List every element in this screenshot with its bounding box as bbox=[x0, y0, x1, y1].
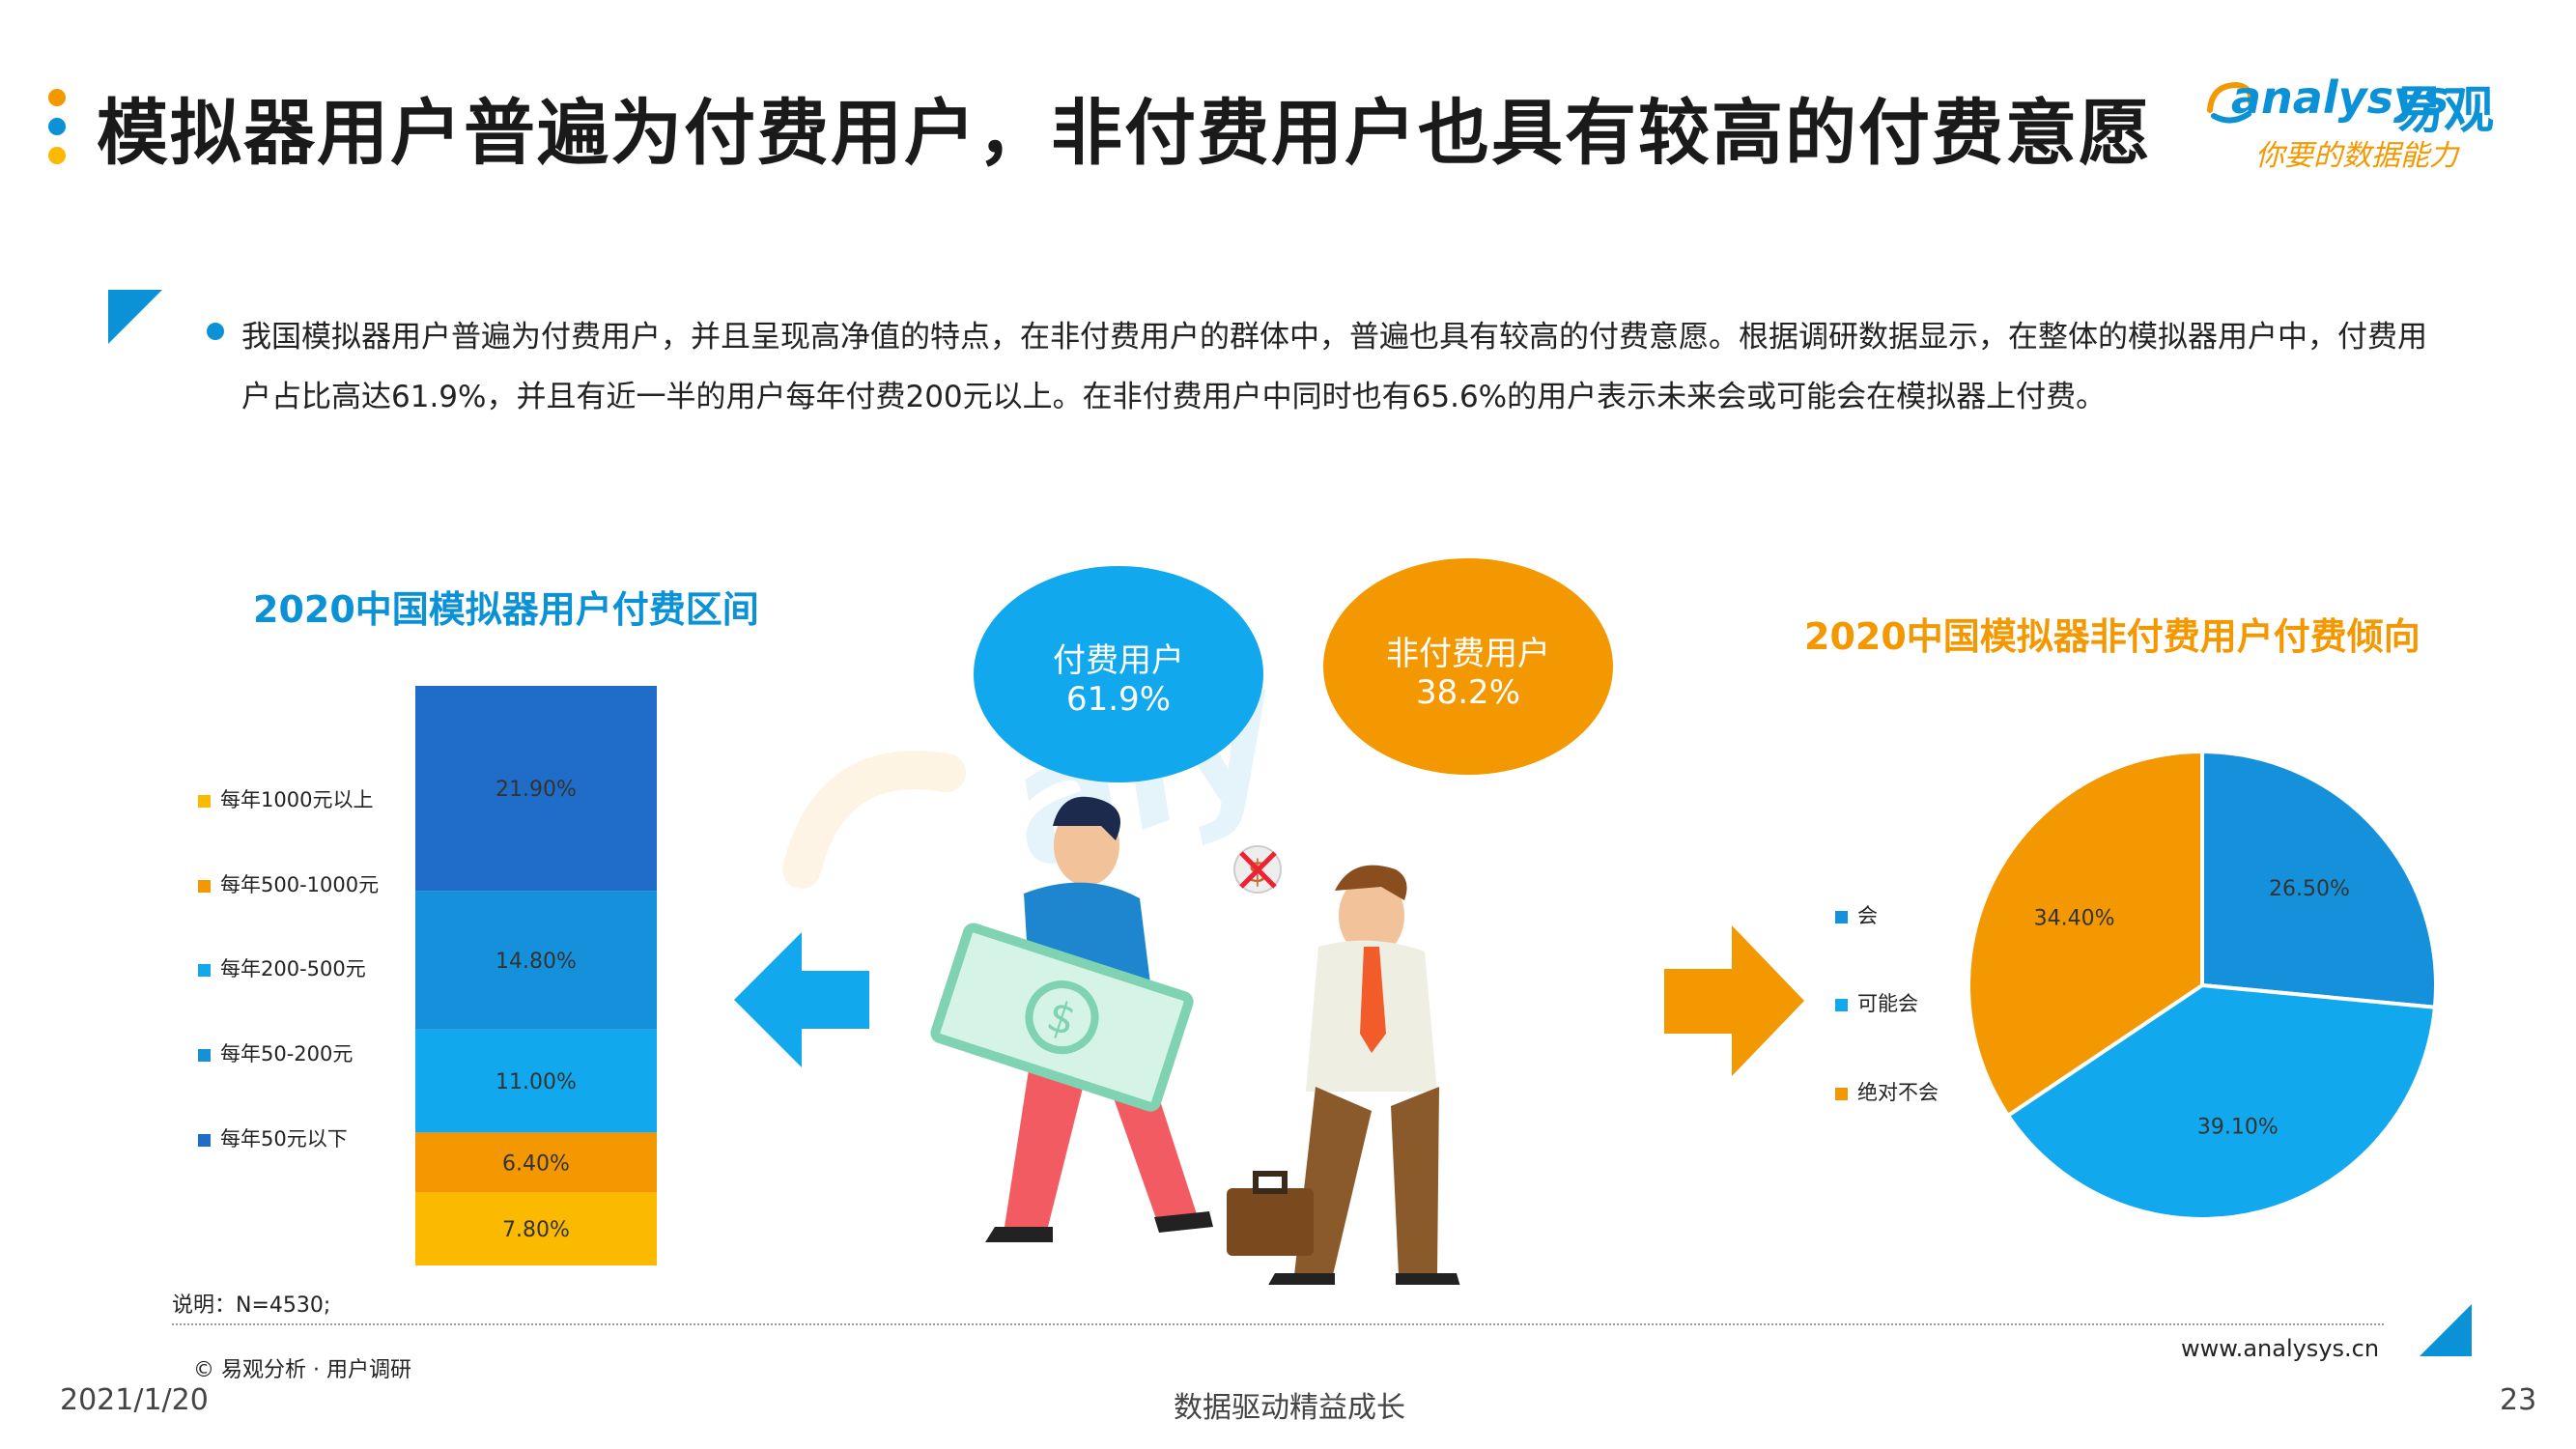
header-dot-3 bbox=[48, 147, 66, 164]
legend-swatch bbox=[198, 963, 211, 977]
pie-slice-label: 34.40% bbox=[2034, 906, 2115, 930]
bar-legend-label: 每年50-200元 bbox=[220, 1042, 354, 1065]
legend-swatch bbox=[1835, 998, 1848, 1011]
arrow-left-icon bbox=[734, 932, 869, 1067]
stacked-bar-chart: 7.80% 6.40% 11.00% 14.80% 21.90% bbox=[415, 686, 657, 1265]
header-dot-1 bbox=[48, 89, 66, 106]
nonpaying-person-icon: $ bbox=[1227, 845, 1460, 1285]
paying-label: 付费用户 bbox=[1053, 641, 1184, 680]
bar-legend-item-3: 每年200-500元 bbox=[198, 953, 366, 982]
pie-legend-item-2: 可能会 bbox=[1835, 988, 1918, 1017]
bar-legend-item-4: 每年50-200元 bbox=[198, 1038, 353, 1067]
pie-chart: 26.50% 39.10% 34.40% bbox=[1967, 749, 2438, 1221]
footer-slogan: 数据驱动精益成长 bbox=[1174, 1391, 1405, 1425]
pie-chart-title: 2020中国模拟器非付费用户付费倾向 bbox=[1804, 615, 2420, 658]
sample-note: 说明：N=4530; bbox=[172, 1293, 331, 1318]
source-note: © 易观分析 · 用户调研 bbox=[193, 1358, 411, 1382]
bar-legend-item-2: 每年500-1000元 bbox=[198, 869, 379, 898]
bar-legend-item-5: 每年50元以下 bbox=[198, 1123, 348, 1152]
summary-bullet bbox=[207, 323, 224, 340]
pie-legend-item-1: 会 bbox=[1835, 900, 1878, 929]
nonpaying-label: 非付费用户 bbox=[1386, 635, 1550, 673]
footer-divider bbox=[172, 1323, 2384, 1325]
pie-legend-item-3: 绝对不会 bbox=[1835, 1077, 1939, 1106]
bar-segment-label: 14.80% bbox=[495, 950, 577, 974]
bar-segment-label: 11.00% bbox=[495, 1070, 577, 1094]
bar-legend-label: 每年500-1000元 bbox=[220, 873, 380, 896]
bar-segment-label: 21.90% bbox=[495, 778, 577, 802]
legend-swatch bbox=[198, 1133, 211, 1147]
logo-slogan: 你要的数据能力 bbox=[2255, 139, 2458, 173]
pie-legend-label: 绝对不会 bbox=[1857, 1081, 1939, 1104]
legend-swatch bbox=[198, 794, 211, 808]
bar-chart-title: 2020中国模拟器用户付费区间 bbox=[253, 588, 759, 631]
summary-text: 我国模拟器用户普遍为付费用户，并且呈现高净值的特点，在非付费用户的群体中，普遍也… bbox=[241, 320, 2427, 414]
page-title: 模拟器用户普遍为付费用户，非付费用户也具有较高的付费意愿 bbox=[97, 92, 2152, 175]
legend-swatch bbox=[198, 879, 211, 893]
pie-legend-label: 可能会 bbox=[1857, 992, 1918, 1015]
pie-legend-label: 会 bbox=[1857, 904, 1878, 927]
paying-person-icon: $ bbox=[930, 796, 1213, 1242]
arrow-right-icon bbox=[1664, 925, 1804, 1076]
corner-triangle-icon bbox=[108, 290, 162, 344]
paying-value: 61.9% bbox=[1066, 680, 1171, 719]
header-dot-2 bbox=[48, 118, 66, 135]
users-illustration: aly 付费用户 61.9% 非付费用户 38.2% $ $ bbox=[734, 558, 1613, 1285]
bar-legend-label: 每年1000元以上 bbox=[220, 788, 374, 811]
footer-date: 2021/1/20 bbox=[60, 1383, 209, 1417]
pie-slice-label: 26.50% bbox=[2269, 877, 2350, 901]
bar-legend-label: 每年50元以下 bbox=[220, 1127, 348, 1151]
legend-swatch bbox=[198, 1048, 211, 1062]
page-number: 23 bbox=[2500, 1383, 2537, 1417]
bar-legend-label: 每年200-500元 bbox=[220, 957, 366, 980]
legend-swatch bbox=[1835, 910, 1848, 923]
pie-slice-label: 39.10% bbox=[2197, 1115, 2279, 1139]
nonpaying-value: 38.2% bbox=[1416, 673, 1520, 712]
website-link[interactable]: www.analysys.cn bbox=[2181, 1335, 2379, 1362]
bar-segment-label: 7.80% bbox=[502, 1218, 570, 1242]
corner-triangle-icon bbox=[2420, 1304, 2472, 1356]
bar-legend-item-1: 每年1000元以上 bbox=[198, 784, 373, 813]
legend-swatch bbox=[1835, 1087, 1848, 1100]
bar-segment-label: 6.40% bbox=[502, 1151, 570, 1176]
